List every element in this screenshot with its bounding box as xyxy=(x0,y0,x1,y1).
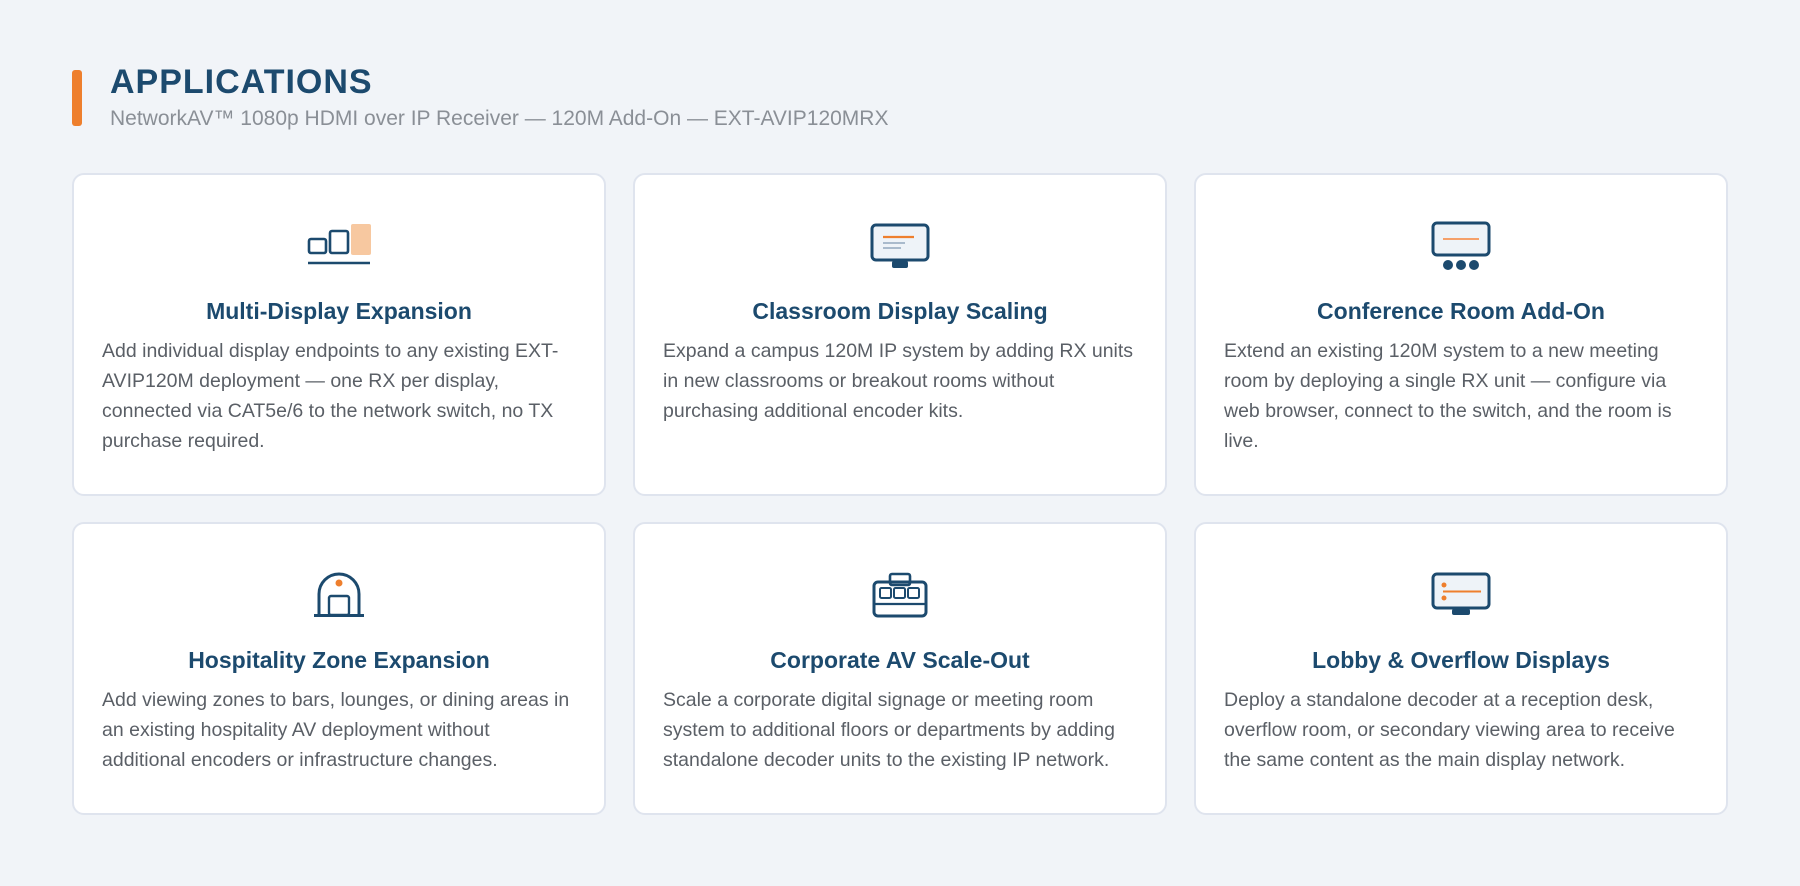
card-title: Multi-Display Expansion xyxy=(206,298,472,324)
application-card-hospitality: Hospitality Zone Expansion Add viewing z… xyxy=(72,522,606,815)
card-title: Lobby & Overflow Displays xyxy=(1312,647,1610,673)
card-title: Hospitality Zone Expansion xyxy=(188,647,490,673)
card-description: Scale a corporate digital signage or mee… xyxy=(663,689,1115,771)
card-description: Extend an existing 120M system to a new … xyxy=(1224,340,1672,452)
corporate-briefcase-icon xyxy=(663,564,1137,626)
multi-display-icon xyxy=(102,215,576,277)
conference-room-icon xyxy=(1224,215,1698,277)
application-card-conference-room: Conference Room Add-On Extend an existin… xyxy=(1194,173,1728,496)
card-description: Add individual display endpoints to any … xyxy=(102,340,559,452)
card-description: Expand a campus 120M IP system by adding… xyxy=(663,340,1134,422)
card-description: Deploy a standalone decoder at a recepti… xyxy=(1224,689,1675,771)
application-card-multi-display: Multi-Display Expansion Add individual d… xyxy=(72,173,606,496)
application-card-lobby: Lobby & Overflow Displays Deploy a stand… xyxy=(1194,522,1728,815)
hospitality-arch-icon xyxy=(102,564,576,626)
application-card-classroom: Classroom Display Scaling Expand a campu… xyxy=(633,173,1167,496)
applications-grid: Multi-Display Expansion Add individual d… xyxy=(72,173,1728,815)
application-card-corporate: Corporate AV Scale-Out Scale a corporate… xyxy=(633,522,1167,815)
card-title: Corporate AV Scale-Out xyxy=(770,647,1030,673)
lobby-display-icon xyxy=(1224,564,1698,626)
card-title: Classroom Display Scaling xyxy=(752,298,1048,324)
page-subtitle: NetworkAV™ 1080p HDMI over IP Receiver —… xyxy=(110,107,889,130)
card-title: Conference Room Add-On xyxy=(1317,298,1605,324)
header-accent-bar xyxy=(72,70,82,126)
card-description: Add viewing zones to bars, lounges, or d… xyxy=(102,689,570,771)
page-title: APPLICATIONS xyxy=(110,63,373,101)
classroom-monitor-icon xyxy=(663,215,1137,277)
